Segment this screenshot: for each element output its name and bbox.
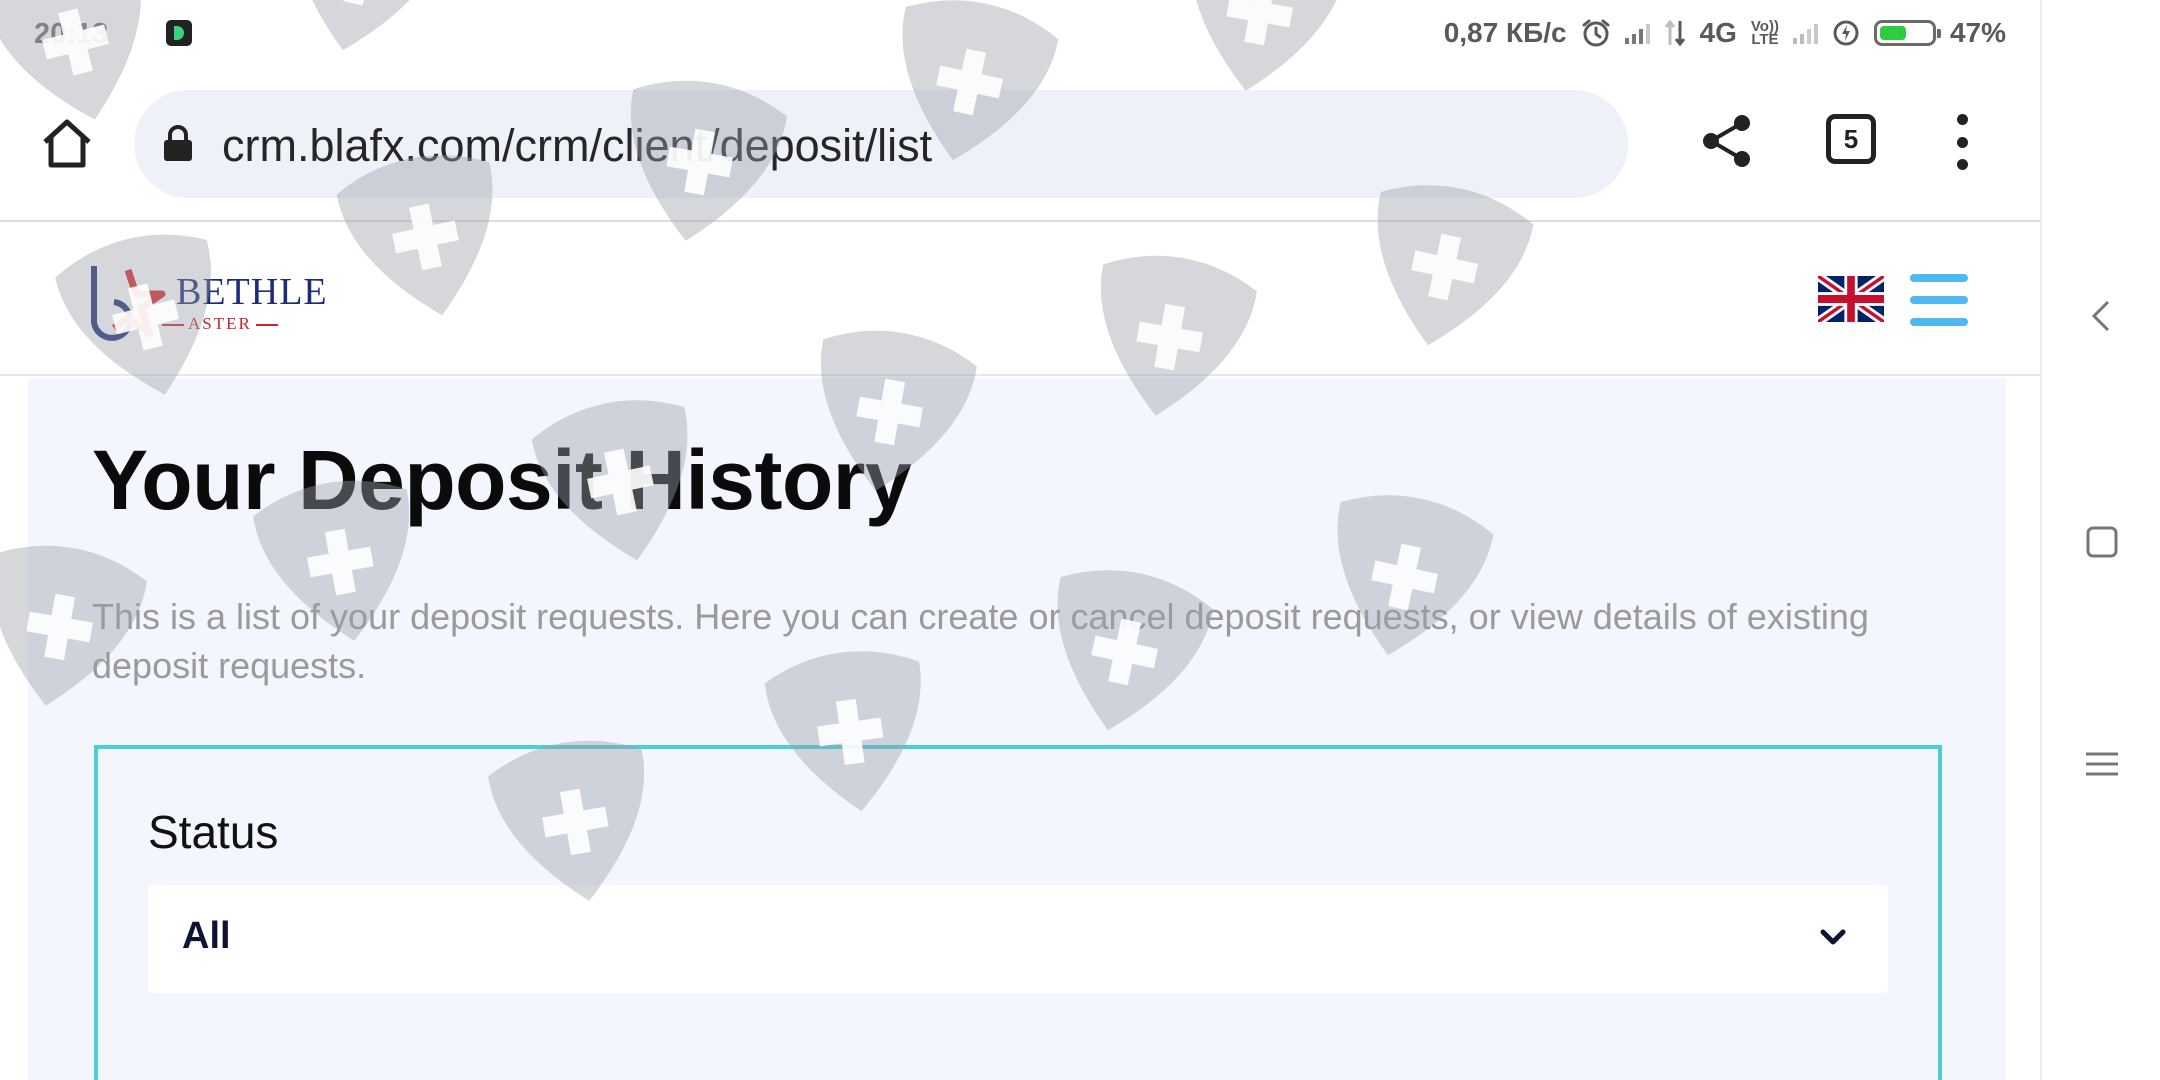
home-icon[interactable] <box>40 116 94 170</box>
alarm-icon <box>1582 19 1610 47</box>
status-right: 0,87 КБ/с 4G Vo)) LTE 47% <box>1444 17 2006 49</box>
android-nav-bar <box>2040 0 2160 1080</box>
chevron-down-icon[interactable] <box>1818 925 1848 949</box>
net-speed: 0,87 КБ/с <box>1443 17 1567 48</box>
battery-percent: 47% <box>1949 17 2006 48</box>
page-title: Your Deposit History <box>92 433 912 527</box>
recent-apps-icon[interactable] <box>2082 744 2122 784</box>
url-field[interactable]: crm.blafx.com/crm/client/deposit/list <box>134 90 1628 198</box>
status-select[interactable]: All <box>148 885 1888 993</box>
more-menu-icon[interactable] <box>1950 114 1974 170</box>
status-bar: 20:13 0,87 КБ/с 4G Vo)) LTE 47% <box>0 0 2040 68</box>
battery-icon <box>1873 20 1941 46</box>
lock-icon <box>164 125 192 161</box>
uk-flag-icon[interactable] <box>1818 276 1884 322</box>
battery-fill <box>1879 26 1907 40</box>
logo-mark-icon <box>91 266 166 341</box>
tabs-button[interactable]: 5 <box>1826 114 1876 164</box>
main-content: Your Deposit History This is a list of y… <box>0 378 2006 1080</box>
app-notification-icon <box>166 20 192 46</box>
home-square-icon[interactable] <box>2082 522 2122 562</box>
charging-icon <box>1833 20 1859 46</box>
signal-icon-2 <box>1792 22 1818 44</box>
browser-toolbar: crm.blafx.com/crm/client/deposit/list 5 <box>0 68 2040 222</box>
status-select-value[interactable]: All <box>182 915 231 958</box>
volte-bottom: LTE <box>1751 31 1779 48</box>
volte-icon: Vo)) LTE <box>1751 19 1779 48</box>
url-text[interactable]: crm.blafx.com/crm/client/deposit/list <box>222 120 932 172</box>
signal-icon <box>1624 22 1650 44</box>
status-filter-label: Status <box>148 806 279 858</box>
back-icon[interactable] <box>2082 296 2122 336</box>
tab-count: 5 <box>1843 123 1859 154</box>
brand-logo[interactable]: BETHLE ASTER <box>88 262 338 342</box>
status-time: 20:13 <box>34 18 109 50</box>
site-header: BETHLE ASTER <box>0 224 2040 376</box>
data-arrows-icon <box>1664 19 1685 47</box>
share-icon[interactable] <box>1698 112 1756 170</box>
logo-word: BETHLE <box>176 271 328 313</box>
logo-sub: ASTER <box>162 314 278 333</box>
page-description: This is a list of your deposit requests.… <box>92 596 1869 686</box>
network-type: 4G <box>1699 17 1737 48</box>
filter-panel: Status All <box>94 745 1942 1080</box>
hamburger-icon[interactable] <box>1910 274 1968 326</box>
